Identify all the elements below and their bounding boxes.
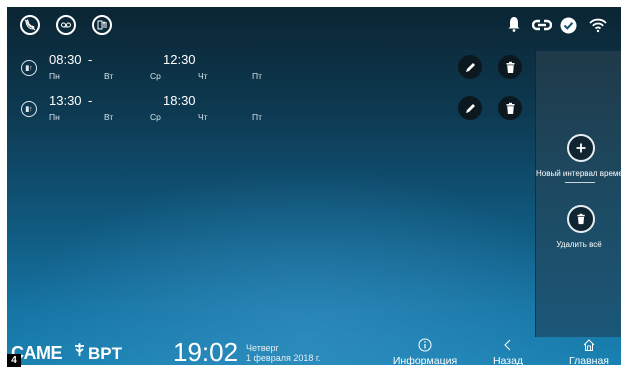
brand-logo-bpt: BPT bbox=[88, 344, 122, 363]
info-label: Информация bbox=[392, 355, 458, 365]
time-separator: - bbox=[88, 93, 93, 108]
home-label: Главная bbox=[569, 355, 609, 365]
schedule-row[interactable]: ▮↑ 13:30 - 18:30 Пн Вт Ср Чт Пт bbox=[7, 92, 537, 132]
clock: 19:02 bbox=[173, 337, 239, 365]
edit-button[interactable] bbox=[458, 55, 482, 79]
page-number-badge: 4 bbox=[7, 354, 21, 367]
trash-icon bbox=[506, 102, 514, 114]
chevron-left-icon bbox=[504, 339, 511, 351]
back-button[interactable]: Назад bbox=[481, 338, 535, 365]
door-entry-icon: ▮↑ bbox=[21, 101, 37, 117]
status-bar bbox=[7, 7, 621, 45]
trash-icon bbox=[506, 61, 514, 73]
screen: ▮↑ 08:30 - 12:30 Пн Вт Ср Чт Пт ▮↑ 13:30… bbox=[7, 7, 621, 365]
schedule-row[interactable]: ▮↑ 08:30 - 12:30 Пн Вт Ср Чт Пт bbox=[7, 51, 537, 91]
door-entry-icon: ▮↑ bbox=[21, 60, 37, 76]
day-label: Пт bbox=[252, 112, 263, 122]
pencil-icon bbox=[465, 103, 475, 113]
delete-button[interactable] bbox=[498, 96, 522, 120]
new-interval-button[interactable] bbox=[567, 134, 595, 162]
door-entry-icon[interactable] bbox=[92, 15, 112, 35]
delete-all-label[interactable]: Удалить всё bbox=[536, 240, 621, 249]
mute-icon[interactable] bbox=[20, 15, 40, 35]
day-label: Чт bbox=[198, 71, 208, 81]
end-time: 12:30 bbox=[163, 52, 196, 67]
bell-icon bbox=[508, 17, 520, 32]
edit-button[interactable] bbox=[458, 96, 482, 120]
day-label: Вт bbox=[104, 71, 114, 81]
time-separator: - bbox=[88, 52, 93, 67]
day-label: Пн bbox=[49, 71, 60, 81]
day-label: Чт bbox=[198, 112, 208, 122]
wifi-icon bbox=[589, 18, 607, 33]
voicemail-icon[interactable] bbox=[56, 15, 76, 35]
home-button[interactable]: Главная bbox=[560, 338, 618, 365]
pencil-icon bbox=[465, 62, 475, 72]
delete-button[interactable] bbox=[498, 55, 522, 79]
weekday: Четверг bbox=[246, 343, 279, 353]
check-circle-icon bbox=[560, 17, 577, 34]
date-block: Четверг 1 февраля 2018 г. bbox=[246, 343, 321, 363]
trash-icon bbox=[577, 213, 585, 225]
link-icon bbox=[532, 19, 552, 31]
brand-mark-icon bbox=[75, 343, 84, 356]
day-label: Ср bbox=[150, 71, 161, 81]
divider bbox=[565, 182, 595, 183]
plus-icon bbox=[576, 143, 586, 153]
delete-all-button[interactable] bbox=[567, 205, 595, 233]
start-time: 13:30 bbox=[49, 93, 82, 108]
footer: CAME BPT 19:02 Четверг 1 февраля 2018 г.… bbox=[7, 337, 621, 365]
home-icon bbox=[583, 339, 595, 351]
back-label: Назад bbox=[492, 355, 524, 365]
start-time: 08:30 bbox=[49, 52, 82, 67]
day-label: Ср bbox=[150, 112, 161, 122]
day-label: Пт bbox=[252, 71, 263, 81]
info-button[interactable]: Информация bbox=[388, 338, 462, 365]
info-icon bbox=[418, 338, 432, 352]
new-interval-label[interactable]: Новый интервал времени bbox=[536, 169, 621, 178]
day-label: Вт bbox=[104, 112, 114, 122]
side-panel: Новый интервал времени Удалить всё bbox=[535, 51, 621, 337]
day-label: Пн bbox=[49, 112, 60, 122]
date: 1 февраля 2018 г. bbox=[246, 353, 321, 363]
end-time: 18:30 bbox=[163, 93, 196, 108]
